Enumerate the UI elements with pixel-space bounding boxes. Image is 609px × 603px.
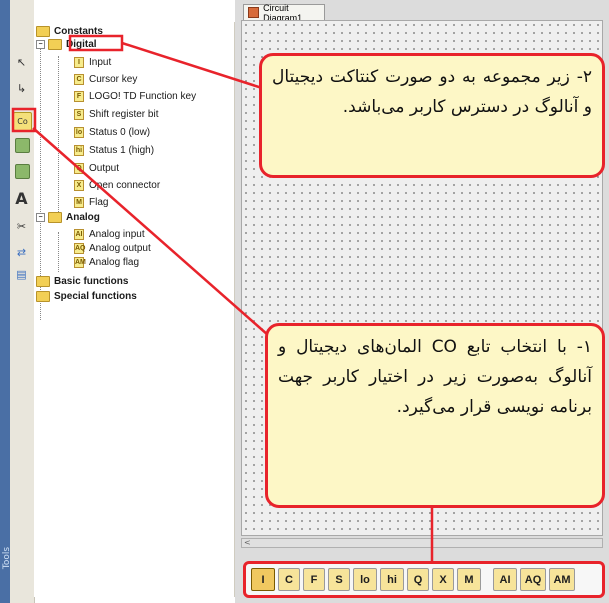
constants-icon[interactable]: Co: [13, 112, 32, 131]
function-key-icon: F: [74, 91, 84, 102]
tree-item-analog-flag[interactable]: AM Analog flag: [74, 256, 139, 269]
analog-input-icon: AI: [74, 229, 84, 240]
callout-subgroups: ۲- زیر مجموعه به دو صورت کنتاکت دیجیتال …: [259, 53, 605, 178]
pointer-icon[interactable]: ↖: [13, 54, 30, 71]
shift-register-icon: S: [74, 109, 84, 120]
collapse-icon[interactable]: −: [36, 40, 45, 49]
status-high-icon: hi: [74, 145, 84, 156]
basic-functions-icon[interactable]: [15, 138, 30, 153]
tree-header: [34, 0, 234, 22]
tree-node-analog[interactable]: − Analog: [36, 211, 100, 224]
block-icon[interactable]: ▤: [13, 266, 30, 283]
tree-item-flag[interactable]: M Flag: [74, 196, 108, 209]
folder-icon: [48, 212, 62, 223]
output-icon: Q: [74, 163, 84, 174]
tree-node-constants[interactable]: Constants: [36, 25, 103, 38]
input-icon: I: [74, 57, 84, 68]
open-connector-icon: X: [74, 180, 84, 191]
cut-icon[interactable]: ✂: [13, 218, 30, 235]
palette-button-shift-register[interactable]: S: [328, 568, 350, 591]
tab-circuit-diagram[interactable]: Circuit Diagram1: [243, 3, 325, 23]
tree-item-output[interactable]: Q Output: [74, 162, 119, 175]
text-icon[interactable]: A: [13, 189, 30, 208]
folder-icon: [36, 291, 50, 302]
tree-node-special-functions[interactable]: Special functions: [36, 290, 137, 303]
tree-item-analog-output[interactable]: AQ Analog output: [74, 242, 151, 255]
palette-button-input[interactable]: I: [251, 568, 275, 591]
special-functions-icon[interactable]: [15, 164, 30, 179]
flag-icon: M: [74, 197, 84, 208]
tree-guide-line: [58, 56, 59, 216]
status-low-icon: lo: [74, 127, 84, 138]
tree-item-status-low[interactable]: lo Status 0 (low): [74, 126, 150, 139]
block-tree: Constants − Digital I Input C Cursor key F…: [34, 22, 235, 597]
analog-flag-icon: AM: [74, 257, 86, 268]
tree-guide-line: [58, 232, 59, 272]
circuit-diagram-icon: [248, 7, 260, 18]
folder-icon: [48, 39, 62, 50]
analog-output-icon: AQ: [74, 243, 86, 254]
palette-button-analog-flag[interactable]: AM: [549, 568, 575, 591]
tree-item-open-connector[interactable]: X Open connector: [74, 179, 160, 192]
palette-button-analog-input[interactable]: AI: [493, 568, 517, 591]
callout-co-function: ۱- با انتخاب تابع CO المان‌های دیجیتال و…: [265, 323, 605, 508]
horizontal-scrollbar[interactable]: <: [241, 538, 603, 548]
folder-icon: [36, 26, 50, 37]
tree-item-shift-register-bit[interactable]: S Shift register bit: [74, 108, 158, 121]
folder-icon: [36, 276, 50, 287]
palette-button-flag[interactable]: M: [457, 568, 481, 591]
constants-palette: I C F S lo hi Q X M AI AQ AM: [243, 561, 605, 598]
palette-button-output[interactable]: Q: [407, 568, 429, 591]
palette-button-status-high[interactable]: hi: [380, 568, 404, 591]
tree-node-digital[interactable]: − Digital: [36, 38, 97, 51]
wire-icon[interactable]: ⇄: [13, 244, 30, 261]
palette-button-open-connector[interactable]: X: [432, 568, 454, 591]
vertical-toolbar: ↖ ↳ Co A ✂ ⇄ ▤: [10, 0, 35, 603]
tree-item-function-key[interactable]: F LOGO! TD Function key: [74, 90, 196, 103]
tree-item-input[interactable]: I Input: [74, 56, 111, 69]
tools-strip: Tools: [0, 0, 12, 603]
palette-button-function-key[interactable]: F: [303, 568, 325, 591]
connect-icon[interactable]: ↳: [13, 80, 30, 97]
tree-node-basic-functions[interactable]: Basic functions: [36, 275, 128, 288]
palette-button-status-low[interactable]: lo: [353, 568, 377, 591]
collapse-icon[interactable]: −: [36, 213, 45, 222]
tree-item-cursor-key[interactable]: C Cursor key: [74, 73, 137, 86]
cursor-key-icon: C: [74, 74, 84, 85]
tree-item-status-high[interactable]: hi Status 1 (high): [74, 144, 154, 157]
palette-button-cursor-key[interactable]: C: [278, 568, 300, 591]
tree-item-analog-input[interactable]: AI Analog input: [74, 228, 145, 241]
scroll-left-icon[interactable]: <: [244, 538, 251, 547]
palette-button-analog-output[interactable]: AQ: [520, 568, 546, 591]
